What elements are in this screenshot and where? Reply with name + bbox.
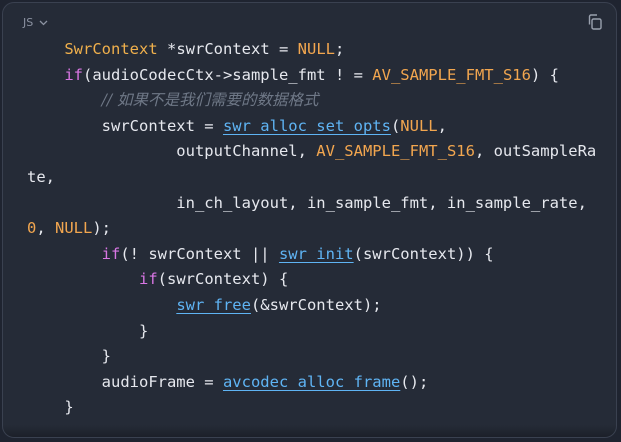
code-token: 0 [27,219,37,238]
code-token: ) { [530,65,559,84]
code-token: // 如果不是我们需要的数据格式 [101,91,319,110]
code-line: outputChannel, AV_SAMPLE_FMT_S16, outSam… [27,139,602,165]
code-line: SwrContext *swrContext = NULL; [27,37,602,63]
code-line: in_ch_layout, in_sample_fmt, in_sample_r… [27,191,602,217]
code-line: } [27,319,602,345]
code-token: NULL [297,40,335,58]
code-token: } [27,321,149,340]
code-token: swrContext = [176,40,298,58]
language-selector[interactable]: JS [23,16,48,29]
code-line: } [27,344,602,370]
code-token: , outSampleRa [474,142,597,161]
code-token: , [437,116,447,135]
code-line: audioFrame = avcodec_alloc_frame(); [27,370,602,396]
code-token: (audioCodecCtx->sample_fmt ! = [83,65,373,84]
code-token: (swrContext) { [157,270,289,289]
code-line: if(audioCodecCtx->sample_fmt ! = AV_SAMP… [27,63,602,89]
language-label: JS [23,16,34,29]
bottom-fade [3,425,616,437]
code-block: JS SwrContext *swrContext = NULL; if(aud… [2,2,617,438]
code-line: if(swrContext) { [27,267,602,293]
code-token: outputChannel, [27,142,317,161]
code-token: } [27,347,111,366]
code-token: in_ch_layout, in_sample_fmt, in_sample_r… [27,193,587,212]
code-line: // 如果不是我们需要的数据格式 [27,88,602,114]
code-token: swr_init [278,244,354,263]
code-token: NULL [400,116,438,135]
code-token: avcodec_alloc_frame [222,372,401,391]
code-token: ); [92,219,112,238]
code-token: ( [390,116,401,135]
code-token: AV_SAMPLE_FMT_S16 [316,142,475,161]
code-token: swr_free [176,295,251,314]
code-token: swrContext = [27,116,223,135]
code-token: ; [335,40,345,58]
code-token: te, [27,167,55,186]
code-line: } [27,395,602,421]
code-token: if [64,65,83,84]
code-token: (&swrContext); [250,295,382,314]
code-line: 0, NULL); [27,216,602,242]
code-token: } [27,398,74,417]
code-content: SwrContext *swrContext = NULL; if(audioC… [27,37,602,421]
chevron-down-icon [39,20,48,25]
code-line: swr_free(&swrContext); [27,293,602,319]
code-token: (! swrContext || [120,244,279,263]
code-token: if [138,270,158,289]
code-token: * [167,40,177,58]
code-token: AV_SAMPLE_FMT_S16 [372,65,531,84]
code-line: if(! swrContext || swr_init(swrContext))… [27,242,602,268]
code-line: te, [27,165,602,191]
code-token: audioFrame = [27,372,223,391]
code-token: , [36,219,56,238]
code-token: (swrContext)) { [353,244,494,263]
code-token: swr_alloc_set_opts [222,116,391,135]
code-token: (); [400,372,429,391]
code-token: SwrContext [64,40,158,58]
code-token: if [101,244,121,263]
code-token: NULL [55,219,93,238]
code-line: swrContext = swr_alloc_set_opts(NULL, [27,114,602,140]
copy-icon[interactable] [586,13,604,31]
